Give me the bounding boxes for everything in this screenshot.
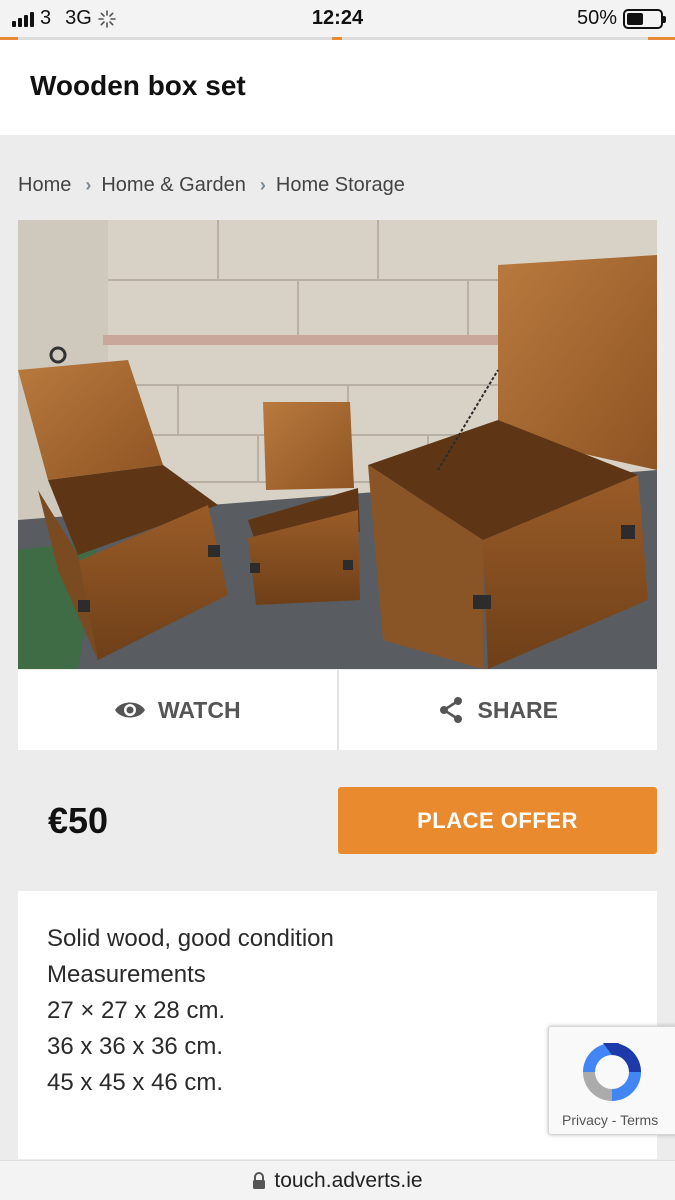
chevron-right-icon: ›	[259, 175, 266, 195]
price-label: €50	[48, 800, 109, 841]
watch-button[interactable]: WATCH	[18, 670, 337, 750]
description-line: Solid wood, good condition	[47, 925, 334, 952]
recaptcha-icon	[583, 1043, 641, 1101]
terms-link[interactable]: Terms	[620, 1112, 658, 1128]
recaptcha-links: Privacy - Terms	[562, 1112, 658, 1128]
battery-percent: 50%	[576, 7, 617, 29]
share-label: SHARE	[477, 696, 558, 723]
breadcrumb-home[interactable]: Home	[18, 174, 71, 197]
url-bar[interactable]: touch.adverts.ie	[0, 1160, 675, 1200]
battery-icon	[623, 8, 666, 29]
url-text: touch.adverts.ie	[274, 1168, 423, 1192]
action-row: WATCH SHARE	[18, 670, 657, 750]
status-time: 12:24	[311, 7, 364, 29]
chevron-right-icon: ›	[85, 175, 92, 195]
share-button[interactable]: SHARE	[336, 670, 658, 750]
breadcrumb-home-garden[interactable]: Home & Garden	[101, 174, 246, 197]
privacy-link[interactable]: Privacy	[562, 1112, 608, 1128]
breadcrumb: Home › Home & Garden › Home Storage	[18, 174, 405, 197]
title-bar: Wooden box set	[0, 40, 675, 135]
status-bar: 3 3G 12:24 50%	[0, 0, 675, 38]
watch-label: WATCH	[157, 696, 241, 723]
description-line: 45 x 45 x 46 cm.	[47, 1069, 224, 1096]
listing-photo-graphic	[18, 220, 657, 669]
eye-icon	[114, 702, 145, 718]
status-right: 50%	[576, 7, 666, 30]
recaptcha-badge[interactable]: Privacy - Terms	[548, 1026, 675, 1135]
lock-icon	[253, 1171, 266, 1189]
description-line: Measurements	[47, 961, 206, 988]
description-line: 27 × 27 x 28 cm.	[47, 997, 226, 1024]
place-offer-button[interactable]: PLACE OFFER	[338, 787, 657, 854]
listing-photo[interactable]	[18, 220, 657, 669]
link-separator: -	[611, 1112, 617, 1128]
page-title: Wooden box set	[30, 70, 246, 101]
breadcrumb-home-storage[interactable]: Home Storage	[276, 174, 405, 197]
battery-fill	[627, 12, 643, 25]
share-icon	[440, 697, 463, 723]
description-line: 36 x 36 x 36 cm.	[47, 1033, 224, 1060]
